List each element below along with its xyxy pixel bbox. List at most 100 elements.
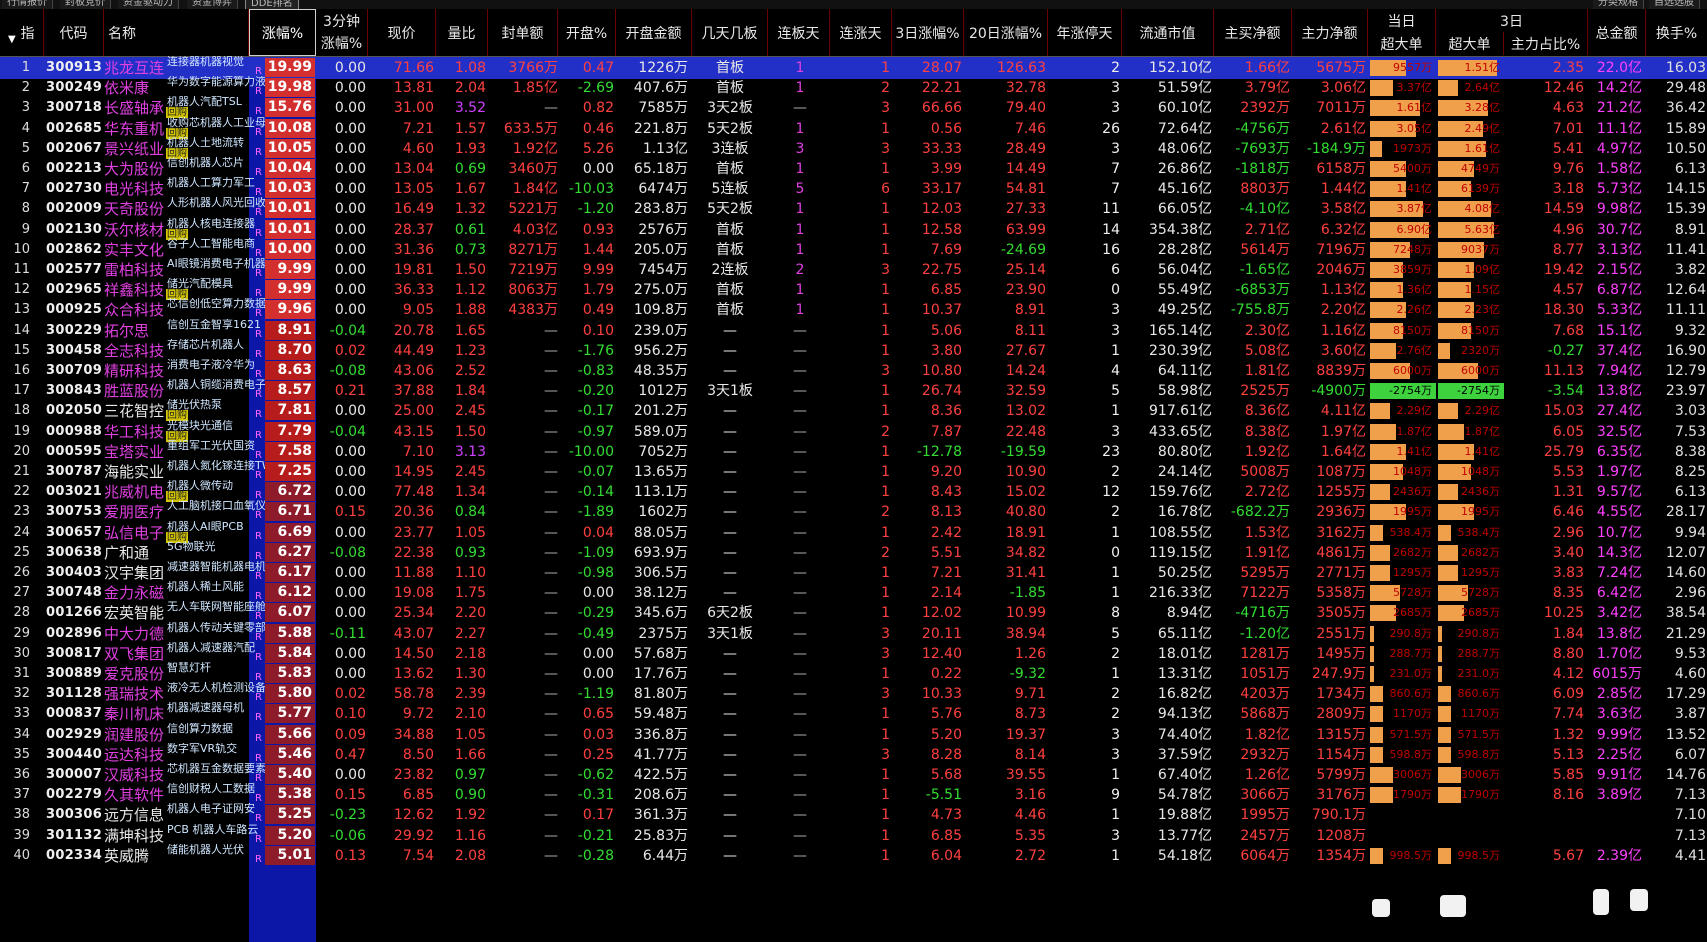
header-consec-rise[interactable]: 连涨天 — [830, 9, 892, 56]
header-price[interactable]: 现价 — [368, 9, 436, 56]
header-pct[interactable]: 涨幅% — [249, 9, 316, 56]
rise-20d: 15.02 — [1005, 484, 1046, 501]
float-cap: 433.65亿 — [1149, 423, 1212, 440]
today-superlarge-value: 288.7万 — [1389, 646, 1433, 660]
header-year-limit[interactable]: 年涨停天 — [1048, 9, 1122, 56]
top-tab-right-1[interactable]: 自选选股 — [1649, 0, 1700, 9]
total-amount: 21.2亿 — [1596, 100, 1642, 117]
main-ratio: 18.30 — [1543, 302, 1584, 319]
header-volratio[interactable]: 量比 — [436, 9, 488, 56]
float-cap: 13.77亿 — [1157, 827, 1212, 844]
consec-limit-days: — — [793, 787, 807, 804]
row-index: 5 — [21, 140, 30, 156]
change-3min: 0.09 — [334, 726, 366, 743]
change-3min: -0.06 — [329, 827, 366, 844]
rise-3d: 6.85 — [930, 282, 962, 299]
row-index: 28 — [13, 605, 30, 621]
active-buy-net: 3.79亿 — [1244, 80, 1290, 97]
row-index: 21 — [13, 464, 30, 479]
concept-tags: 消费电子液冷华为 — [167, 359, 255, 371]
open-pct: -1.20 — [577, 201, 614, 218]
top-tab-4[interactable]: 资金博弈 — [187, 0, 238, 9]
top-tab-right-2[interactable]: 分类规格 — [1593, 0, 1644, 9]
open-pct: -0.97 — [577, 423, 614, 440]
d3-superlarge-value: 4.08亿 — [1464, 202, 1501, 216]
header-3d-superlarge[interactable]: 超大单 — [1436, 32, 1504, 55]
rise-3d: 22.21 — [921, 80, 962, 97]
main-ratio: 15.03 — [1543, 403, 1584, 420]
price: 25.00 — [393, 403, 434, 420]
price: 13.81 — [393, 80, 434, 97]
float-cap: 28.28亿 — [1157, 241, 1212, 258]
header-float-cap[interactable]: 流通市值 — [1122, 9, 1214, 56]
stock-name: 大为股份 — [104, 160, 165, 178]
consec-limit-days: — — [793, 706, 807, 723]
turnover: 3.82 — [1674, 262, 1706, 278]
header-active-buy[interactable]: 主买净额 — [1214, 9, 1292, 56]
today-superlarge-value: 860.6万 — [1389, 687, 1433, 701]
consec-rise-days: 1 — [881, 342, 890, 359]
active-buy-net: 5295万 — [1240, 565, 1290, 581]
consec-limit-days: — — [793, 342, 807, 359]
header-3d-rise[interactable]: 3日涨幅% — [892, 9, 964, 56]
seal-amount: 4.03亿 — [512, 221, 558, 238]
header-seal-amount[interactable]: 封单额 — [488, 9, 558, 56]
header-code[interactable]: 代码 — [44, 9, 104, 56]
float-cap: 64.11亿 — [1157, 363, 1212, 379]
header-today-superlarge[interactable]: 超大单 — [1368, 32, 1436, 55]
top-tab-5[interactable]: DDE排名 — [245, 0, 299, 9]
change-pct: 15.76 — [265, 98, 315, 118]
header-20d-rise[interactable]: 20日涨幅% — [964, 9, 1048, 56]
today-superlarge-value: -2754万 — [1389, 384, 1432, 398]
d3-superlarge-value: 598.8万 — [1457, 747, 1501, 761]
turnover: 17.29 — [1665, 686, 1706, 703]
change-pct: 5.20 — [265, 825, 315, 845]
top-tab-3[interactable]: 资金驱动力 — [118, 0, 179, 9]
main-net: 2046万 — [1316, 262, 1366, 278]
header-open-amount[interactable]: 开盘金额 — [616, 9, 692, 56]
turnover: 14.15 — [1665, 181, 1706, 198]
year-limit-days: 1 — [1111, 524, 1120, 541]
change-pct: 7.25 — [265, 462, 315, 481]
consec-limit-days: 1 — [795, 60, 805, 76]
change-pct: 7.79 — [265, 421, 315, 441]
change-pct: 6.72 — [265, 482, 315, 502]
header-total-amount[interactable]: 总金额 — [1588, 9, 1646, 56]
rise-3d: 5.06 — [930, 322, 962, 339]
header-open-pct[interactable]: 开盘% — [558, 9, 616, 56]
concept-tags: 人工脑机接口血氧仪 — [167, 500, 265, 513]
header-turnover[interactable]: 换手% — [1646, 9, 1707, 56]
turnover: 4.60 — [1674, 666, 1706, 682]
top-tab-1[interactable]: 行情报价 — [2, 0, 53, 9]
main-net: 790.1万 — [1311, 807, 1366, 824]
main-net: 2809万 — [1316, 706, 1366, 723]
main-net: -4900万 — [1311, 383, 1366, 400]
top-tab-2[interactable]: 封板竞价 — [60, 0, 111, 9]
today-superlarge-value: 1790万 — [1393, 788, 1432, 802]
volume-ratio: 2.20 — [454, 605, 486, 622]
stock-name: 海能实业 — [104, 463, 165, 481]
main-net: -184.9万 — [1306, 140, 1366, 157]
header-days-boards[interactable]: 几天几板 — [692, 9, 768, 56]
seal-amount: — — [544, 565, 558, 581]
main-ratio: 4.12 — [1552, 666, 1584, 682]
seal-amount: — — [544, 443, 558, 460]
consec-rise-days: 1 — [881, 787, 890, 804]
table-row[interactable]: 40 002334 英威腾 储能机器人光伏 R 5.01 0.13 7.54 2.08 — -0.2… — [0, 844, 1707, 867]
header-3min[interactable]: 3分钟 涨幅% — [316, 9, 368, 56]
turnover: 6.13 — [1674, 161, 1706, 177]
year-limit-days: 5 — [1111, 625, 1120, 642]
open-pct: 0.03 — [582, 726, 614, 743]
concept-tags: 信创财税人工数据 — [167, 783, 255, 796]
header-index[interactable]: ▼ 指 — [0, 9, 44, 56]
days-boards: — — [723, 645, 737, 662]
volume-ratio: 1.34 — [454, 484, 486, 501]
main-ratio: 6.05 — [1552, 423, 1584, 440]
header-name[interactable]: 名称 — [104, 9, 249, 56]
stock-code: 300440 — [46, 746, 102, 762]
header-main-ratio[interactable]: 主力占比% — [1504, 32, 1588, 55]
header-main-net[interactable]: 主力净额 — [1292, 9, 1368, 56]
stock-code: 002050 — [46, 403, 102, 419]
header-consec-limit[interactable]: 连板天 — [768, 9, 830, 56]
seal-amount: — — [544, 524, 558, 541]
